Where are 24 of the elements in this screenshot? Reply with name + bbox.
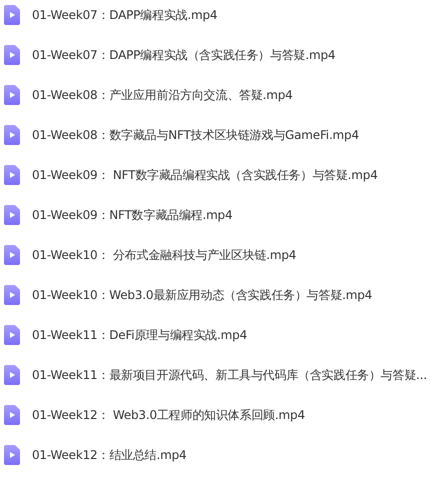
file-name[interactable]: 01-Week12： Web3.0工程师的知识体系回顾.mp4 [32, 406, 305, 424]
video-file-icon [4, 205, 20, 225]
video-file-icon [4, 165, 20, 185]
file-name[interactable]: 01-Week07：DAPP编程实战.mp4 [32, 6, 218, 24]
file-name[interactable]: 01-Week08：产业应用前沿方向交流、答疑.mp4 [32, 86, 293, 104]
video-file-icon [4, 245, 20, 265]
file-name[interactable]: 01-Week11：DeFi原理与编程实战.mp4 [32, 326, 248, 344]
video-file-icon [4, 405, 20, 425]
file-name[interactable]: 01-Week10： 分布式金融科技与产业区块链.mp4 [32, 246, 296, 264]
video-file-icon [4, 365, 20, 385]
file-name[interactable]: 01-Week09：NFT数字藏品编程.mp4 [32, 206, 232, 224]
file-name[interactable]: 01-Week09： NFT数字藏品编程实战（含实践任务）与答疑.mp4 [32, 166, 378, 184]
file-name[interactable]: 01-Week11：最新项目开源代码、新工具与代码库（含实践任务）与答疑... [32, 366, 427, 384]
file-name[interactable]: 01-Week08：数字藏品与NFT技术区块链游戏与GameFi.mp4 [32, 126, 359, 144]
video-file-icon [4, 285, 20, 305]
file-name[interactable]: 01-Week07：DAPP编程实战（含实践任务）与答疑.mp4 [32, 46, 336, 64]
video-file-icon [4, 45, 20, 65]
video-file-icon [4, 445, 20, 465]
file-name[interactable]: 01-Week10：Web3.0最新应用动态（含实践任务）与答疑.mp4 [32, 286, 372, 304]
video-file-icon [4, 5, 20, 25]
file-name[interactable]: 01-Week12：结业总结.mp4 [32, 446, 186, 464]
video-file-icon [4, 325, 20, 345]
video-file-icon [4, 85, 20, 105]
video-file-icon [4, 125, 20, 145]
